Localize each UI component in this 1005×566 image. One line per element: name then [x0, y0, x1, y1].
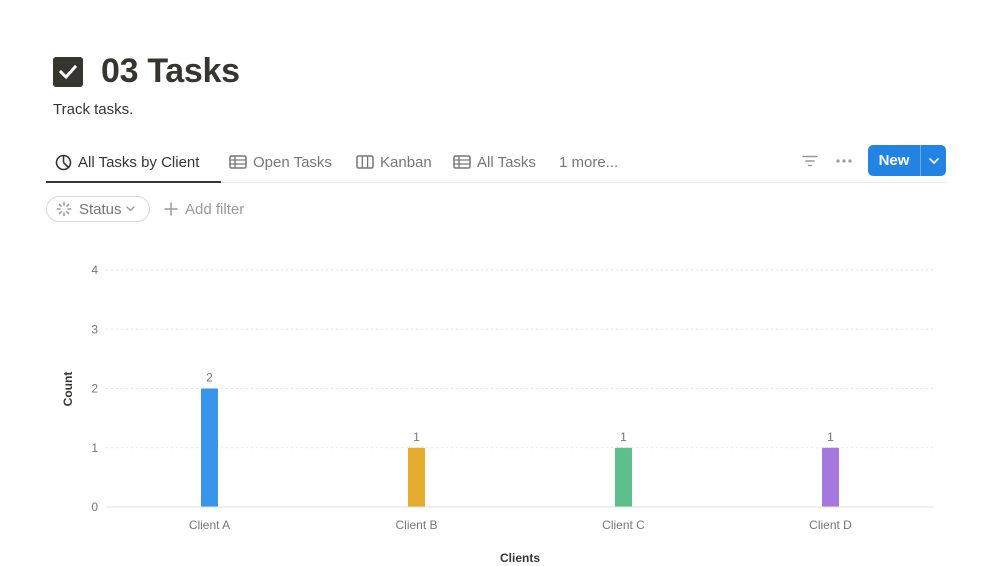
add-filter-button[interactable]: Add filter — [164, 196, 244, 222]
filter-lines-icon — [802, 155, 818, 167]
active-tab-indicator — [46, 181, 221, 183]
chart-bars — [201, 388, 839, 508]
bar-value-label: 2 — [206, 371, 213, 385]
tab-all-tasks[interactable]: All Tasks — [453, 142, 536, 182]
bar-client-c[interactable] — [615, 447, 632, 507]
tab-open-tasks[interactable]: Open Tasks — [229, 142, 332, 182]
tab-all-tasks-by-client[interactable]: All Tasks by Client — [46, 142, 221, 183]
status-filter-label: Status — [79, 200, 122, 218]
y-tick-label: 2 — [91, 382, 98, 396]
tab-label: Kanban — [380, 153, 432, 171]
status-loading-icon — [56, 201, 72, 217]
chevron-down-icon — [928, 157, 939, 164]
tab-kanban[interactable]: Kanban — [356, 142, 432, 182]
ellipsis-icon — [836, 159, 852, 163]
y-tick-label: 4 — [91, 263, 98, 277]
y-tick-label: 0 — [91, 500, 98, 514]
status-filter-chip[interactable]: Status — [46, 196, 150, 222]
plus-icon — [164, 202, 178, 216]
add-filter-label: Add filter — [185, 200, 245, 218]
new-button-group: New — [868, 145, 946, 176]
x-tick-label: Client C — [602, 518, 645, 532]
bar-client-b[interactable] — [408, 447, 425, 507]
tab-label: Open Tasks — [253, 153, 332, 171]
x-tick-label: Client D — [809, 518, 852, 532]
title-row: 03 Tasks — [53, 52, 240, 91]
y-axis-ticks: 0 1 2 3 4 — [91, 263, 98, 514]
tab-label: All Tasks by Client — [78, 153, 200, 171]
page-description[interactable]: Track tasks. — [53, 101, 133, 118]
y-tick-label: 1 — [91, 441, 98, 455]
new-dropdown-button[interactable] — [921, 145, 946, 176]
x-tick-label: Client B — [395, 518, 437, 532]
table-icon — [453, 155, 471, 169]
bar-client-a[interactable] — [201, 388, 218, 508]
new-button[interactable]: New — [868, 145, 920, 176]
y-axis-label: Count — [61, 372, 75, 407]
x-tick-label: Client A — [189, 518, 230, 532]
chevron-down-icon — [125, 206, 135, 212]
filter-sort-button[interactable] — [798, 150, 822, 172]
bar-value-label: 1 — [827, 430, 834, 444]
tab-more[interactable]: 1 more... — [559, 142, 618, 182]
board-icon — [356, 155, 374, 169]
bar-value-label: 1 — [620, 430, 627, 444]
bar-value-label: 1 — [413, 430, 420, 444]
x-axis-label: Clients — [500, 551, 540, 565]
bar-client-d[interactable] — [822, 447, 839, 507]
more-options-button[interactable] — [832, 150, 856, 172]
chart-data-labels: 2 1 1 1 — [206, 371, 834, 444]
x-axis-ticks: Client A Client B Client C Client D — [189, 518, 852, 532]
tab-label: 1 more... — [559, 153, 619, 171]
table-icon — [229, 155, 247, 169]
tab-label: All Tasks — [477, 153, 536, 171]
chart-pie-icon — [55, 154, 72, 171]
checkbox-icon[interactable] — [53, 56, 83, 87]
y-tick-label: 3 — [91, 322, 98, 336]
chart-grid — [106, 269, 934, 449]
page-header: 03 Tasks — [53, 52, 240, 91]
page-title: 03 Tasks — [101, 52, 240, 90]
